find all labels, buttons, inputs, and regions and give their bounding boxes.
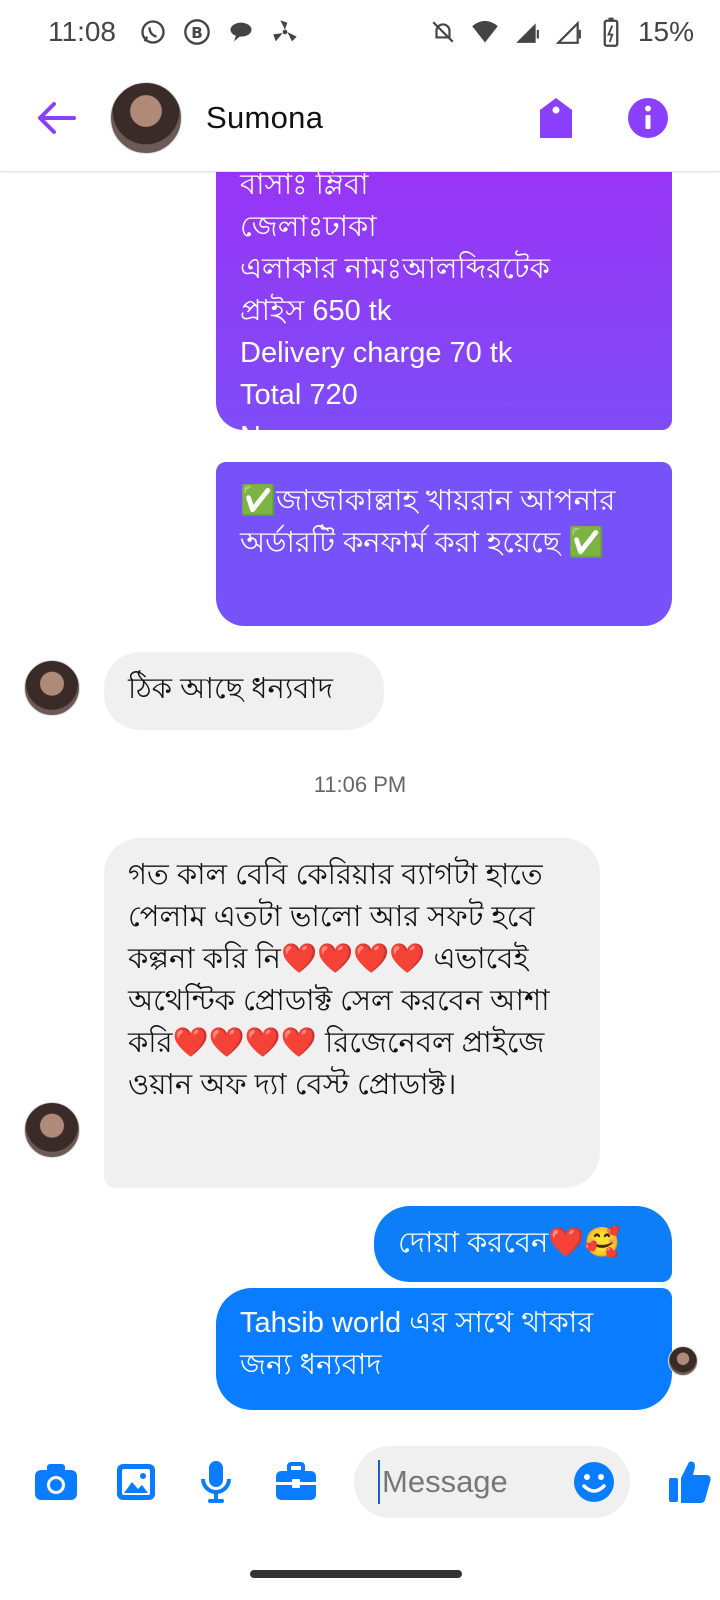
like-icon <box>669 1461 711 1503</box>
home-indicator[interactable] <box>250 1570 462 1578</box>
back-button[interactable] <box>26 88 86 148</box>
message-bubble-outgoing[interactable]: Tahsib world এর সাথে থাকার জন্য ধন্যবাদ <box>216 1288 672 1410</box>
text-caret <box>378 1460 380 1504</box>
camera-icon <box>35 1464 77 1500</box>
wifi-icon <box>470 17 500 47</box>
sender-avatar[interactable] <box>24 660 80 716</box>
message-input[interactable] <box>382 1464 562 1500</box>
message-timestamp: 11:06 PM <box>313 772 407 797</box>
tag-icon <box>540 97 572 138</box>
contact-name[interactable]: Sumona <box>206 100 323 136</box>
conversation-header: Sumona <box>0 64 720 172</box>
muted-bell-icon <box>428 17 458 47</box>
arrow-left-icon <box>38 101 76 134</box>
gallery-icon <box>117 1464 155 1500</box>
gallery-button[interactable] <box>110 1456 162 1508</box>
battery-percentage: 15% <box>637 16 694 47</box>
emoji-icon <box>574 1462 614 1502</box>
tag-button[interactable] <box>530 92 582 144</box>
message-bubble-incoming[interactable]: ঠিক আছে ধন্যবাদ <box>104 652 384 730</box>
message-bubble-outgoing[interactable]: বাসাঃ ম্লিবা জেলাঃঢাকা এলাকার নামঃআলব্দি… <box>216 172 672 453</box>
info-button[interactable] <box>622 92 674 144</box>
seen-indicator-avatar <box>668 1346 698 1376</box>
camera-button[interactable] <box>30 1456 82 1508</box>
system-status: 15% <box>428 16 694 48</box>
info-icon <box>628 97 668 138</box>
b-icon: B <box>182 17 212 47</box>
contact-avatar[interactable] <box>110 81 182 154</box>
message-bubble-incoming[interactable]: গত কাল বেবি কেরিয়ার ব্যাগটা হাতে পেলাম … <box>104 838 600 1188</box>
signal-icon <box>512 17 542 47</box>
microphone-icon <box>201 1461 231 1503</box>
whatsapp-icon <box>138 17 168 47</box>
message-bubble-outgoing[interactable]: দোয়া করবেন❤️🥰 <box>374 1206 672 1282</box>
microphone-button[interactable] <box>190 1456 242 1508</box>
sender-avatar[interactable] <box>24 1102 80 1158</box>
header-actions <box>530 92 674 144</box>
briefcase-icon <box>276 1462 316 1500</box>
chat-bubbles-icon <box>226 17 256 47</box>
message-bubble-outgoing[interactable]: ✅জাজাকাল্লাহ খায়রান আপনার অর্ডারটি কনফা… <box>216 462 672 626</box>
signal-icon <box>554 17 584 47</box>
message-thread[interactable]: বাসাঃ ম্লিবা জেলাঃঢাকা এলাকার নামঃআলব্দি… <box>0 172 720 1412</box>
svg-text:B: B <box>191 24 203 42</box>
notification-icons: B <box>138 17 300 47</box>
battery-icon <box>596 17 626 47</box>
status-bar: 11:08 B 15% <box>0 0 720 64</box>
status-time: 11:08 <box>48 16 116 47</box>
message-box <box>354 1446 630 1518</box>
fan-icon <box>270 17 300 47</box>
like-button[interactable] <box>662 1454 718 1510</box>
briefcase-button[interactable] <box>270 1456 322 1508</box>
emoji-button[interactable] <box>572 1460 616 1504</box>
message-composer <box>0 1412 720 1552</box>
